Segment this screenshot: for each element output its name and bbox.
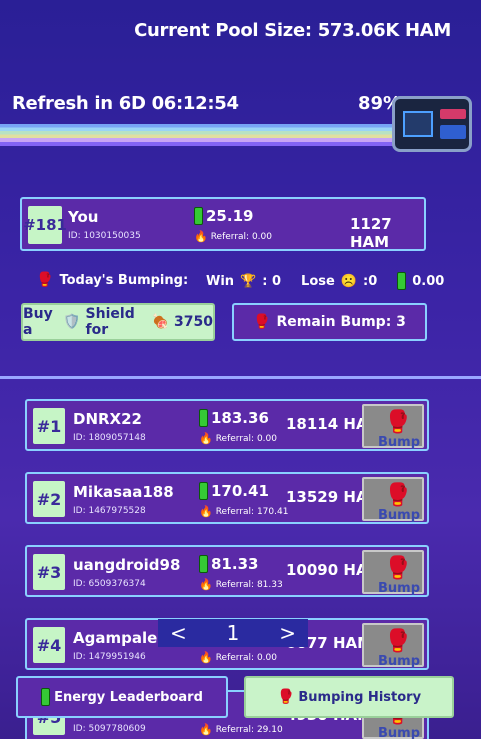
battery-icon bbox=[41, 688, 51, 706]
player-name: You bbox=[68, 208, 99, 226]
boxing-glove-icon: 🥊 bbox=[253, 314, 271, 330]
battery-icon bbox=[194, 207, 203, 225]
trophy-icon: 🏆 bbox=[240, 273, 257, 289]
rank-badge: #3 bbox=[33, 554, 65, 590]
bump-stats: Win 🏆 : 0 Lose ☹️ :0 0.00 bbox=[206, 272, 445, 290]
battery-icon bbox=[199, 482, 208, 500]
energy-value: 25.19 bbox=[194, 207, 253, 225]
player-id: ID: 1467975528 bbox=[73, 506, 146, 516]
divider bbox=[0, 376, 481, 379]
referral-value: 🔥 Referral: 29.10 bbox=[199, 723, 283, 736]
energy-leaderboard-tab[interactable]: Energy Leaderboard bbox=[16, 676, 228, 718]
energy-value: 183.36 bbox=[199, 409, 269, 427]
boxing-glove-icon: 🥊 bbox=[384, 629, 412, 654]
boxing-glove-icon: 🥊 bbox=[384, 483, 412, 508]
todays-bumping: 🥊 Today's Bumping: bbox=[36, 272, 189, 288]
rank-badge: #4 bbox=[33, 627, 65, 663]
next-page-button[interactable]: > bbox=[279, 621, 296, 645]
battery-icon bbox=[199, 555, 208, 573]
rank-badge: #2 bbox=[33, 481, 65, 517]
energy-value: 81.33 bbox=[199, 555, 258, 573]
pool-size: Current Pool Size: 573.06K HAM bbox=[134, 20, 451, 41]
player-id: ID: 6509376374 bbox=[73, 579, 146, 589]
bump-button[interactable]: 🥊Bump bbox=[362, 623, 424, 669]
bump-button[interactable]: 🥊Bump bbox=[362, 550, 424, 596]
leaderboard-row: #1 DNRX22 ID: 1809057148 183.36 🔥 Referra… bbox=[25, 399, 429, 451]
my-rank-card: #181 You ID: 1030150035 25.19 🔥 Referral… bbox=[20, 197, 426, 251]
page-number: 1 bbox=[226, 621, 240, 645]
flame-icon: 🔥 bbox=[199, 432, 213, 445]
player-id: ID: 5097780609 bbox=[73, 724, 146, 734]
bump-button[interactable]: 🥊Bump bbox=[362, 477, 424, 523]
player-id: ID: 1809057148 bbox=[73, 433, 146, 443]
remain-bump-button[interactable]: 🥊 Remain Bump: 3 bbox=[232, 303, 427, 341]
prev-page-button[interactable]: < bbox=[170, 621, 187, 645]
battery-icon bbox=[397, 272, 407, 290]
referral-value: 🔥 Referral: 170.41 bbox=[199, 505, 289, 518]
player-id: ID: 1030150035 bbox=[68, 231, 141, 241]
referral-value: 🔥 Referral: 81.33 bbox=[199, 578, 283, 591]
rank-badge: #181 bbox=[23, 206, 67, 244]
flame-icon: 🔥 bbox=[194, 230, 208, 243]
player-id: ID: 1479951946 bbox=[73, 652, 146, 662]
pager: < 1 > bbox=[158, 619, 308, 647]
player-name: uangdroid98 bbox=[73, 556, 181, 574]
sad-face-icon: ☹️ bbox=[340, 273, 357, 289]
bump-button[interactable]: 🥊Bump bbox=[362, 404, 424, 450]
player-name: Mikasaa188 bbox=[73, 483, 174, 501]
flame-icon: 🔥 bbox=[199, 505, 213, 518]
rainbow-progress-bar bbox=[0, 124, 400, 146]
leaderboard-row: #3 uangdroid98 ID: 6509376374 81.33 🔥 Ref… bbox=[25, 545, 429, 597]
leaderboard-row: #2 Mikasaa188 ID: 1467975528 170.41 🔥 Ref… bbox=[25, 472, 429, 524]
bumping-history-tab[interactable]: 🥊 Bumping History bbox=[244, 676, 454, 718]
flame-icon: 🔥 bbox=[199, 578, 213, 591]
referral-value: 🔥 Referral: 0.00 bbox=[199, 432, 277, 445]
flame-icon: 🔥 bbox=[199, 651, 213, 664]
referral-value: 🔥 Referral: 0.00 bbox=[194, 230, 272, 243]
buy-shield-button[interactable]: Buy a 🛡️ Shield for 🍖 3750 bbox=[21, 303, 215, 341]
energy-value: 170.41 bbox=[199, 482, 269, 500]
flame-icon: 🔥 bbox=[199, 723, 213, 736]
battery-icon bbox=[199, 409, 208, 427]
boxing-glove-icon: 🥊 bbox=[384, 556, 412, 581]
boxing-glove-icon: 🥊 bbox=[276, 689, 295, 705]
ham-amount: 1127 HAM bbox=[350, 215, 392, 251]
meat-icon: 🍖 bbox=[151, 314, 170, 330]
refresh-timer: Refresh in 6D 06:12:54 bbox=[12, 93, 239, 114]
player-name: Agampale bbox=[73, 629, 158, 647]
referral-value: 🔥 Referral: 0.00 bbox=[199, 651, 277, 664]
player-name: DNRX22 bbox=[73, 410, 142, 428]
boxing-glove-icon: 🥊 bbox=[384, 410, 412, 435]
shield-icon: 🛡️ bbox=[63, 314, 81, 330]
rank-badge: #1 bbox=[33, 408, 65, 444]
boxing-glove-icon: 🥊 bbox=[36, 272, 54, 288]
machine-icon bbox=[392, 96, 472, 152]
